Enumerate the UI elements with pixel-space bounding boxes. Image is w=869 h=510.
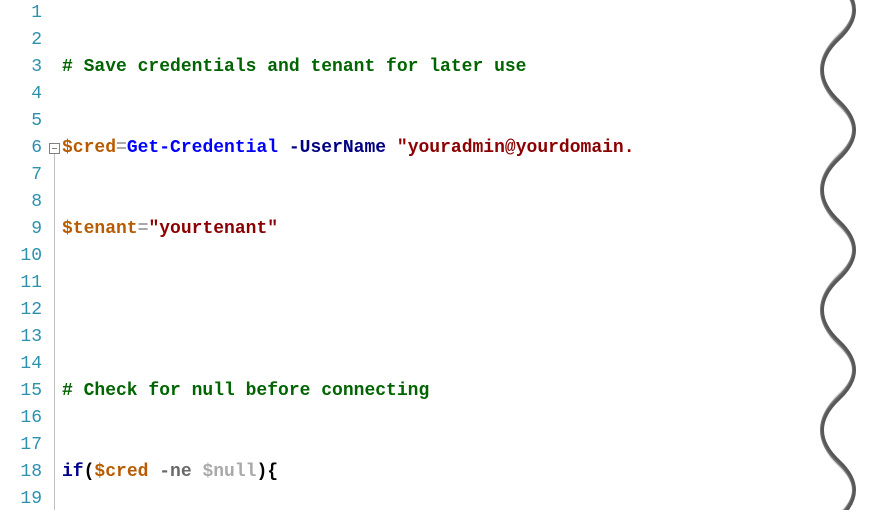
fold-column: [48, 0, 62, 510]
line-number: 9: [0, 216, 42, 243]
punct-paren-open: (: [84, 462, 95, 482]
fold-guide: [54, 432, 55, 459]
line-number: 16: [0, 405, 42, 432]
string: "youradmin@yourdomain.: [397, 138, 635, 158]
fold-cell: [48, 0, 62, 27]
fold-guide: [54, 189, 55, 216]
fold-cell: [48, 270, 62, 297]
line-number: 3: [0, 54, 42, 81]
fold-guide: [54, 162, 55, 189]
fold-guide: [54, 270, 55, 297]
fold-cell: [48, 108, 62, 135]
operator-ne: -ne: [148, 462, 202, 482]
variable: $tenant: [62, 219, 138, 239]
fold-cell: [48, 324, 62, 351]
line-number: 12: [0, 297, 42, 324]
code-line[interactable]: $cred=Get-Credential -UserName "youradmi…: [62, 135, 820, 162]
code-line[interactable]: # Save credentials and tenant for later …: [62, 54, 820, 81]
code-editor[interactable]: 1 2 3 4 5 6 7 8 9 10 11 12 13 14 15 16 1…: [0, 0, 820, 510]
fold-guide: [54, 154, 55, 162]
fold-toggle-icon[interactable]: [49, 143, 60, 154]
line-number: 19: [0, 486, 42, 510]
punct-brace-open: {: [267, 462, 278, 482]
fold-cell: [48, 81, 62, 108]
variable: $cred: [62, 138, 116, 158]
line-number: 10: [0, 243, 42, 270]
fold-cell: [48, 432, 62, 459]
line-number: 17: [0, 432, 42, 459]
code-line[interactable]: [62, 297, 820, 324]
cmdlet: Get-Credential: [127, 138, 278, 158]
fold-cell: [48, 162, 62, 189]
fold-cell: [48, 54, 62, 81]
line-number: 5: [0, 108, 42, 135]
fold-guide: [54, 324, 55, 351]
fold-cell: [48, 243, 62, 270]
line-number-gutter: 1 2 3 4 5 6 7 8 9 10 11 12 13 14 15 16 1…: [0, 0, 48, 510]
fold-cell: [48, 189, 62, 216]
code-line[interactable]: # Check for null before connecting: [62, 378, 820, 405]
editor-viewport: 1 2 3 4 5 6 7 8 9 10 11 12 13 14 15 16 1…: [0, 0, 869, 510]
fold-cell: [48, 27, 62, 54]
punct-paren-close: ): [256, 462, 267, 482]
fold-cell: [48, 459, 62, 486]
code-area[interactable]: # Save credentials and tenant for later …: [62, 0, 820, 510]
line-number: 4: [0, 81, 42, 108]
keyword-if: if: [62, 462, 84, 482]
fold-cell: [48, 378, 62, 405]
fold-cell: [48, 297, 62, 324]
line-number: 14: [0, 351, 42, 378]
line-number: 7: [0, 162, 42, 189]
fold-cell: [48, 135, 62, 162]
fold-guide: [54, 486, 55, 510]
fold-guide: [54, 459, 55, 486]
fold-cell: [48, 405, 62, 432]
code-line[interactable]: if($cred -ne $null){: [62, 459, 820, 486]
line-number: 13: [0, 324, 42, 351]
operator-assign: =: [138, 219, 149, 239]
comment: # Check for null before connecting: [62, 381, 429, 401]
line-number: 15: [0, 378, 42, 405]
line-number: 1: [0, 0, 42, 27]
code-line[interactable]: $tenant="yourtenant": [62, 216, 820, 243]
operator-assign: =: [116, 138, 127, 158]
auto-variable-null: $null: [202, 462, 256, 482]
fold-guide: [54, 378, 55, 405]
variable: $cred: [94, 462, 148, 482]
line-number: 11: [0, 270, 42, 297]
line-number: 8: [0, 189, 42, 216]
torn-edge-icon: [820, 0, 869, 510]
fold-guide: [54, 405, 55, 432]
comment: # Save credentials and tenant for later …: [62, 57, 526, 77]
string: "yourtenant": [148, 219, 278, 239]
fold-guide: [54, 297, 55, 324]
line-number: 6: [0, 135, 42, 162]
fold-cell: [48, 216, 62, 243]
fold-guide: [54, 243, 55, 270]
fold-cell: [48, 351, 62, 378]
line-number: 18: [0, 459, 42, 486]
parameter: -UserName: [278, 138, 397, 158]
fold-cell: [48, 486, 62, 510]
fold-guide: [54, 216, 55, 243]
fold-guide: [54, 351, 55, 378]
line-number: 2: [0, 27, 42, 54]
